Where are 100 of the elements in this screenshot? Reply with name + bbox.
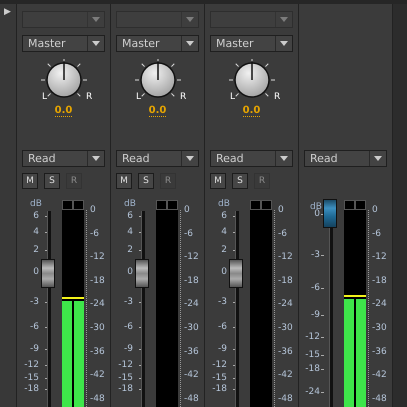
scale-label: -9 (218, 343, 227, 355)
pan-value[interactable]: 0.0 (242, 105, 260, 117)
channel-button[interactable]: M (116, 173, 132, 190)
meter-scale-label: -6 (278, 228, 287, 240)
meter-scale-label: -48 (90, 392, 105, 405)
meter-scale-label: -36 (90, 346, 105, 358)
scale-label: -15 (24, 372, 39, 384)
automation-dropdown[interactable]: Read (210, 150, 293, 168)
meter-scale-label: -6 (372, 228, 381, 240)
meter-scale-label: 0 (184, 204, 190, 216)
output-dropdown[interactable]: Master (22, 35, 105, 52)
meter-scale-label: -12 (184, 251, 199, 264)
output-dropdown[interactable]: Master (210, 35, 293, 52)
pan-value[interactable]: 0.0 (148, 105, 166, 117)
meter-scale-label: -48 (278, 392, 293, 405)
scale-label: 4 (127, 226, 133, 238)
automation-dropdown[interactable]: Read (116, 150, 199, 168)
automation-dropdown[interactable]: Read (22, 150, 105, 168)
meter-scale-label: -12 (372, 251, 387, 264)
scale-label: 6 (127, 210, 133, 222)
scale-label: -15 (118, 372, 133, 384)
pan-knob[interactable] (38, 59, 88, 99)
clip-indicator[interactable] (167, 200, 178, 210)
meter-scale-label: -36 (184, 346, 199, 358)
meter-scale-label: -24 (90, 298, 105, 310)
scale-label: 0 (221, 266, 227, 278)
meter-scale-label: -36 (372, 346, 387, 358)
meter-scale-label: -18 (90, 274, 105, 287)
clip-indicator[interactable] (62, 200, 73, 210)
clip-indicator[interactable] (73, 200, 84, 210)
pan-right-label: R (274, 92, 280, 102)
unit-label: dB (124, 199, 136, 209)
meter-scale-label: -30 (278, 322, 293, 334)
meter-scale-label: -42 (90, 369, 105, 382)
meter-scale-label: 0 (372, 204, 378, 216)
pan-knob[interactable] (226, 59, 276, 99)
scale-label: -3 (218, 296, 227, 308)
meter-scale-label: -18 (184, 274, 199, 287)
scale-label: -9 (124, 343, 133, 355)
scale-label: -6 (311, 282, 320, 294)
pan-value[interactable]: 0.0 (54, 105, 72, 117)
scale-label: 2 (221, 244, 227, 256)
channel-button[interactable]: S (138, 173, 154, 190)
unit-label: dB (218, 199, 230, 209)
meter-scale-label: -36 (278, 346, 293, 358)
scale-label: -3 (124, 296, 133, 308)
fader-thumb[interactable] (323, 198, 337, 228)
channel-button[interactable]: S (44, 173, 60, 190)
meter-scale-label: -24 (372, 298, 387, 310)
scale-label: -18 (118, 383, 133, 395)
meter-scale-label: -42 (184, 369, 199, 382)
scale-label: -3 (30, 296, 39, 308)
meter-scale-label: -48 (372, 392, 387, 405)
clip-indicator[interactable] (355, 200, 366, 210)
scale-label: -15 (305, 349, 320, 361)
channel-button[interactable]: S (232, 173, 248, 190)
meter-scale-label: -6 (90, 228, 99, 240)
output-dropdown[interactable]: Master (116, 35, 199, 52)
meter-scale-label: -30 (90, 322, 105, 334)
meter-scale-label: -42 (278, 369, 293, 382)
scale-label: 4 (221, 226, 227, 238)
clip-indicator[interactable] (344, 200, 355, 210)
scale-label: -18 (24, 383, 39, 395)
scale-label: -6 (30, 321, 39, 333)
clip-indicator[interactable] (261, 200, 272, 210)
meter-scale-label: -24 (278, 298, 293, 310)
channel-button[interactable]: M (22, 173, 38, 190)
meter-scale-label: -30 (184, 322, 199, 334)
fader-thumb[interactable] (41, 258, 55, 288)
pan-right-label: R (86, 92, 92, 102)
pan-left-label: L (42, 92, 48, 102)
fader-thumb[interactable] (135, 258, 149, 288)
meter-scale-label: -18 (278, 274, 293, 287)
fader-thumb[interactable] (229, 258, 243, 288)
channel-button[interactable]: M (210, 173, 226, 190)
scale-label: -9 (30, 343, 39, 355)
clip-indicator[interactable] (250, 200, 261, 210)
pan-knob[interactable] (132, 59, 182, 99)
scale-label: 6 (33, 210, 39, 222)
meter-scale-label: -12 (278, 251, 293, 264)
meter-scale-label: 0 (278, 204, 284, 216)
scale-label: -6 (218, 321, 227, 333)
meter-scale-label: -42 (372, 369, 387, 382)
expand-toggle[interactable]: ▶ (0, 4, 16, 17)
scale-label: -15 (212, 372, 227, 384)
scale-label: 2 (33, 244, 39, 256)
pan-left-label: L (136, 92, 142, 102)
meter-scale-label: -24 (184, 298, 199, 310)
scale-label: -18 (305, 363, 320, 375)
scale-label: -6 (124, 321, 133, 333)
automation-dropdown[interactable]: Read (304, 150, 387, 168)
scale-label: -9 (311, 309, 320, 321)
pan-right-label: R (180, 92, 186, 102)
scale-label: -12 (24, 359, 39, 371)
scale-label: 4 (33, 226, 39, 238)
scale-label: -12 (212, 359, 227, 371)
scale-label: 0 (33, 266, 39, 278)
meter-scale-label: -12 (90, 251, 105, 264)
clip-indicator[interactable] (156, 200, 167, 210)
scale-label: -12 (118, 359, 133, 371)
